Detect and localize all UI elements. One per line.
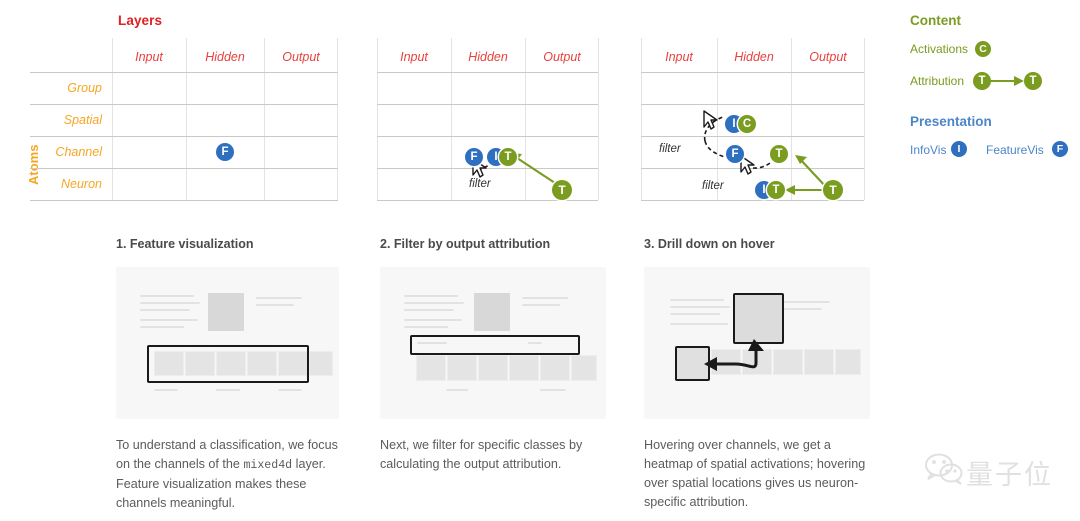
mock-toolbar-label [528, 342, 542, 344]
legend-item-attribution: Attribution [910, 74, 965, 88]
step-caption-3-part1: Hovering over channels, we get a heatmap… [644, 438, 866, 509]
filter-label: filter [469, 178, 491, 190]
mock-text-line [140, 326, 184, 328]
grid-line [641, 200, 864, 201]
step-figure-2 [380, 267, 606, 419]
mock-text-line [256, 297, 302, 299]
step-caption-1-code: mixed4d [243, 459, 293, 472]
step-figure-1 [116, 267, 339, 419]
legend-attribution-arrow-icon [990, 76, 1024, 86]
grid-line [30, 72, 338, 73]
filter-label-upper: filter [659, 143, 681, 155]
matrix-col-header-hidden: Hidden [205, 50, 245, 64]
mock-thumbnail [416, 355, 446, 381]
grid-line [337, 38, 338, 200]
step-figure-3 [644, 267, 870, 419]
badge-activations: C [738, 115, 756, 133]
mock-text-line [140, 319, 198, 321]
grid-line [30, 168, 338, 169]
matrix-panel-1: Input Hidden Output F [30, 38, 338, 201]
mock-thumbnail [478, 355, 508, 381]
step-caption-1: To understand a classification, we focus… [116, 436, 344, 513]
mock-text-line [216, 389, 240, 391]
badge-infovis-legend: I [951, 141, 967, 157]
legend-item-activations: Activations [910, 42, 969, 56]
badge-attribution-output: T [552, 180, 572, 200]
watermark: 量子位 [922, 452, 1051, 491]
mock-text-line [140, 309, 190, 311]
grid-line [30, 104, 338, 105]
matrix-panel-2: Input Hidden Output F I T T filter [377, 38, 599, 201]
wechat-icon [925, 453, 963, 485]
mock-text-line [278, 389, 302, 391]
matrix-row-header-group: Group [67, 81, 102, 95]
matrix-col-header-input: Input [135, 50, 163, 64]
step-caption-2-part1: Next, we filter for specific classes by … [380, 438, 583, 471]
step-caption-3: Hovering over channels, we get a heatmap… [644, 436, 872, 513]
mock-text-line [404, 326, 448, 328]
mock-toolbar-label [417, 342, 447, 344]
badge-featurevis-legend: F [1052, 141, 1068, 157]
matrix-row-header-spatial: Spatial [63, 113, 102, 127]
grid-line [30, 200, 338, 201]
matrix-title-layers: Layers [118, 13, 163, 28]
legend-heading-presentation: Presentation [910, 114, 992, 129]
mock-text-line [404, 295, 458, 297]
mock-text-line [522, 297, 568, 299]
legend-item-infovis: InfoVis [910, 143, 947, 157]
step-title-2: 2. Filter by output attribution [380, 237, 551, 251]
highlight-channel-row [147, 345, 309, 383]
grid-line [30, 136, 338, 137]
mock-text-line [140, 295, 194, 297]
mock-text-line [540, 389, 566, 391]
mock-thumbnail [447, 355, 477, 381]
badge-attribution-output: T [823, 180, 843, 200]
matrix-col-header-output: Output [282, 50, 320, 64]
grid-line [264, 38, 265, 200]
badge-attribution: T [499, 148, 517, 166]
mock-text-line [404, 309, 454, 311]
grid-line [112, 38, 113, 200]
legend-item-featurevis: FeatureVis [986, 143, 1044, 157]
step-caption-2: Next, we filter for specific classes by … [380, 436, 610, 475]
step-3-drilldown-arrows [704, 339, 764, 371]
highlight-filter-toolbar [410, 335, 580, 355]
badge-featurevis: F [726, 145, 744, 163]
step-title-3: 3. Drill down on hover [644, 237, 775, 251]
mock-text-line [446, 389, 468, 391]
mock-thumbnail [309, 351, 333, 376]
grid-line [186, 38, 187, 200]
filter-label-lower: filter [702, 180, 724, 192]
mock-text-line [154, 389, 178, 391]
mock-thumbnail [571, 355, 597, 381]
badge-activations-legend: C [975, 41, 991, 57]
badge-attribution-neuron: T [767, 181, 785, 199]
mock-thumbnail [509, 355, 539, 381]
mock-text-line [256, 304, 294, 306]
step-title-1: 1. Feature visualization [116, 237, 254, 251]
legend-heading-content: Content [910, 13, 961, 28]
mock-text-line [140, 302, 200, 304]
watermark-text: 量子位 [966, 460, 1053, 491]
matrix-row-header-channel: Channel [55, 145, 102, 159]
interface-diagram: Layers Atoms Group Spatial Channel Neuro… [0, 0, 1080, 521]
mock-thumbnail [540, 355, 570, 381]
grid-line [377, 200, 598, 201]
mock-hero-image [474, 293, 510, 331]
badge-featurevis: F [465, 148, 483, 166]
matrix-row-header-neuron: Neuron [61, 177, 102, 191]
matrix-panel-3: Input Hidden Output I C F T I T T filter… [641, 38, 865, 201]
panel-2-annotations [472, 153, 556, 184]
mock-hero-image [208, 293, 244, 331]
mock-text-line [404, 302, 464, 304]
mock-text-line [522, 304, 560, 306]
badge-featurevis: F [216, 143, 234, 161]
badge-attribution-hidden: T [770, 145, 788, 163]
mock-text-line [404, 319, 462, 321]
